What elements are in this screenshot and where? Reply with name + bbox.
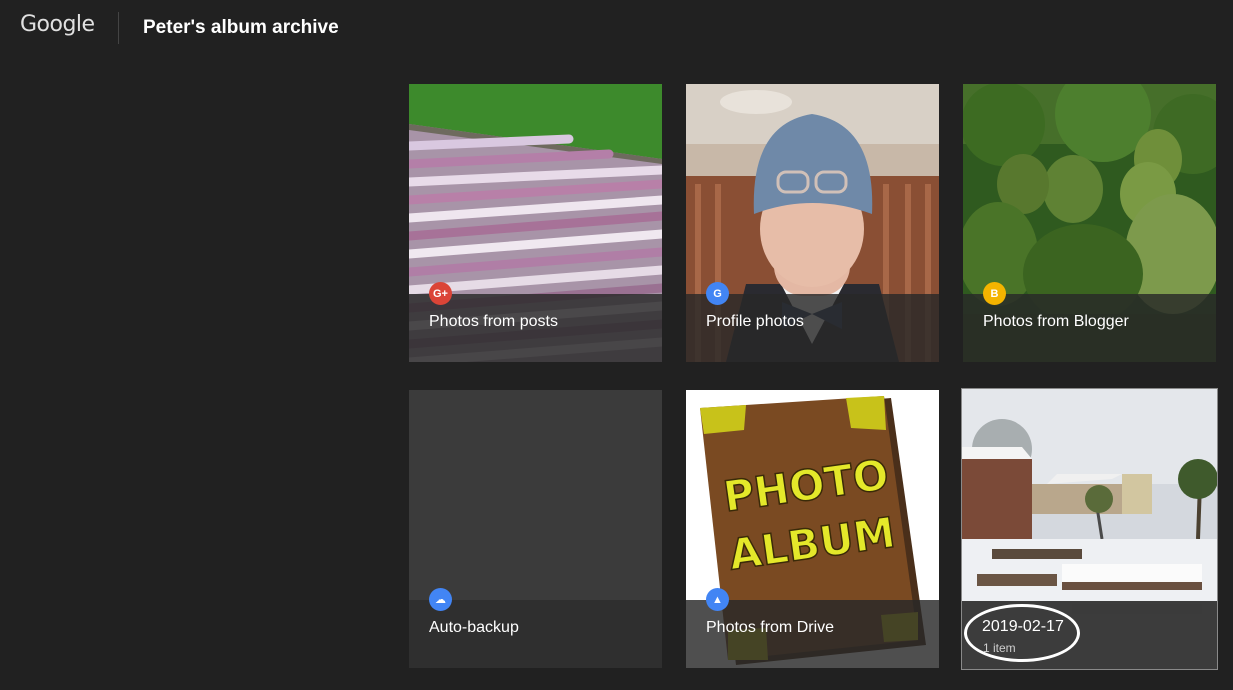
header-divider	[118, 12, 119, 44]
album-caption: 2019-02-17 1 item	[962, 601, 1217, 669]
album-tile-profile-photos[interactable]: G Profile photos	[686, 84, 939, 362]
album-label: Profile photos	[706, 313, 804, 330]
album-caption: B Photos from Blogger	[963, 282, 1216, 362]
album-tile-auto-backup[interactable]: ☁ Auto-backup	[409, 390, 662, 668]
album-caption: ☁ Auto-backup	[409, 588, 662, 668]
album-label: Photos from Blogger	[983, 313, 1129, 330]
google-logo[interactable]: Google	[20, 12, 95, 37]
album-label: Auto-backup	[429, 619, 519, 636]
album-label: Photos from Drive	[706, 619, 835, 636]
album-tile-photos-from-posts[interactable]: G+ Photos from posts	[409, 84, 662, 362]
album-item-count: 1 item	[983, 641, 1016, 655]
blogger-icon: B	[983, 282, 1006, 305]
album-label: 2019-02-17	[982, 618, 1064, 635]
album-caption: G Profile photos	[686, 282, 939, 362]
album-tile-photos-from-blogger[interactable]: B Photos from Blogger	[963, 84, 1216, 362]
google-icon: G	[706, 282, 729, 305]
cloud-upload-icon: ☁	[429, 588, 452, 611]
album-caption: ▲ Photos from Drive	[686, 588, 939, 668]
album-label: Photos from posts	[429, 313, 558, 330]
app-header: Google Peter's album archive	[0, 0, 1233, 56]
page-title: Peter's album archive	[143, 17, 339, 38]
drive-icon: ▲	[706, 588, 729, 611]
album-tile-photos-from-drive[interactable]: PHOTO ALBUM ▲ Photos from Drive	[686, 390, 939, 668]
album-caption: G+ Photos from posts	[409, 282, 662, 362]
album-tile-2019-02-17[interactable]: 2019-02-17 1 item	[961, 388, 1218, 670]
google-plus-icon: G+	[429, 282, 452, 305]
